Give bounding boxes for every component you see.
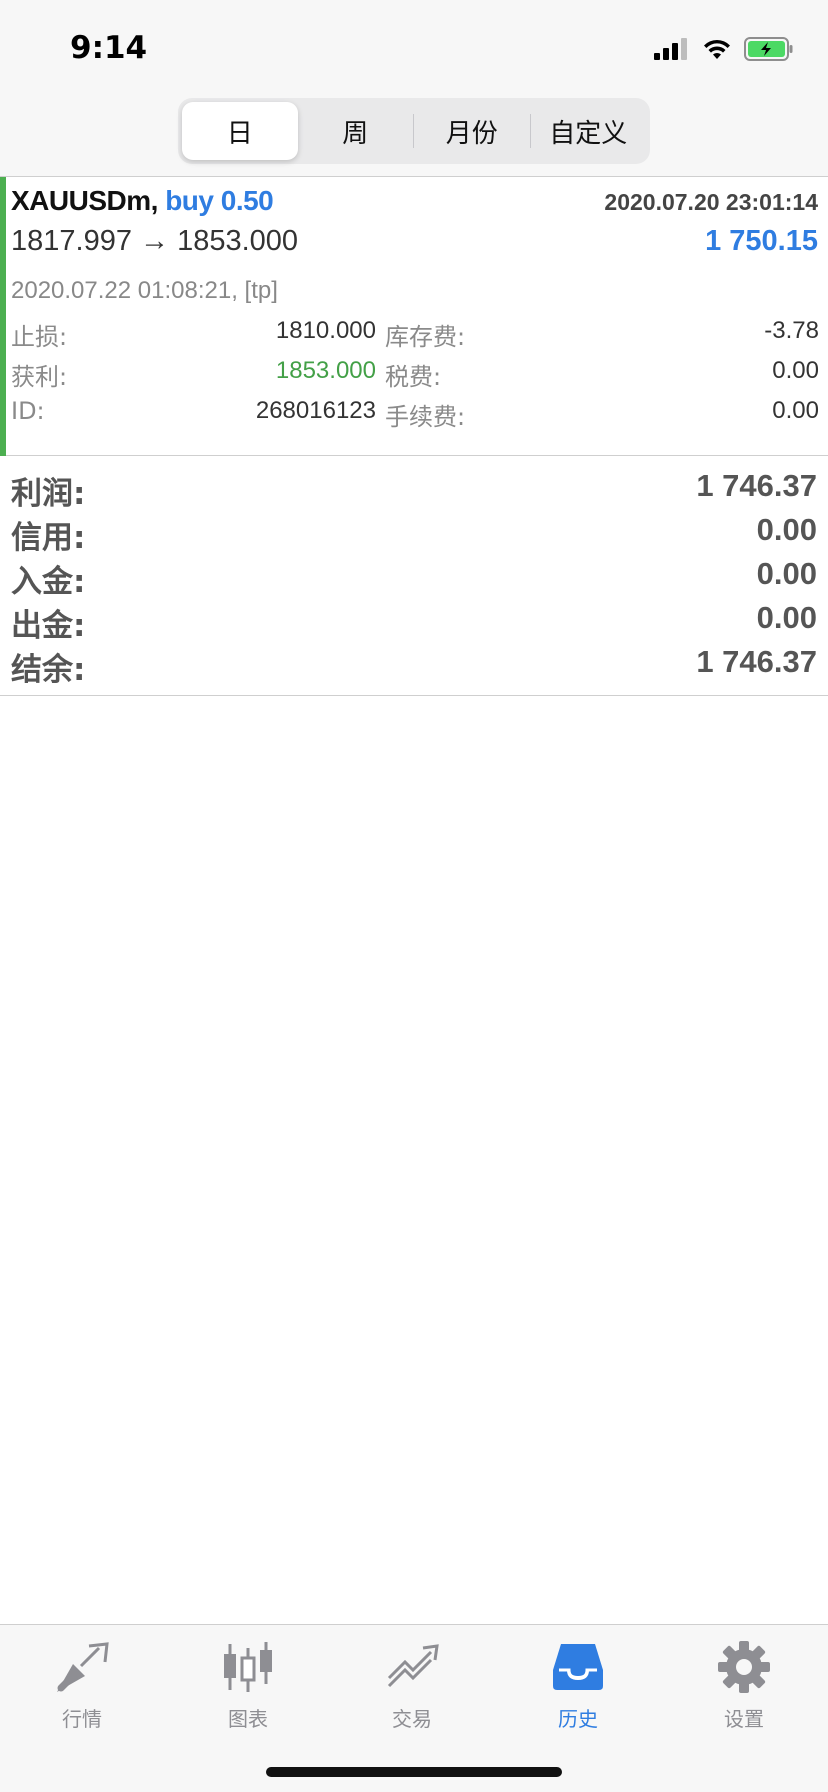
summary-deposit-value: 0.00: [756, 556, 817, 591]
wifi-icon: [702, 38, 732, 64]
summary-deposit-label: 入金:: [11, 564, 86, 600]
taxes-value: 0.00: [772, 357, 819, 384]
summary-balance-value: 1 746.37: [696, 644, 817, 679]
summary-profit-label: 利润:: [11, 476, 86, 512]
tab-quotes-label: 行情: [62, 1707, 102, 1731]
deal-symbol: XAUUSDm,: [11, 185, 158, 216]
stop-loss-label: 止损:: [11, 323, 68, 351]
history-screen: 9:14 日 周 月份 自定义 XAUUSDm, buy 0.50 2020.0…: [0, 0, 828, 1792]
tab-trade[interactable]: 交易: [357, 1637, 467, 1737]
take-profit-label: 获利:: [11, 363, 68, 391]
trade-chart-icon: [382, 1637, 442, 1697]
tab-history-label: 历史: [558, 1707, 598, 1731]
period-tab-week[interactable]: 周: [298, 102, 414, 160]
candlestick-chart-icon: [218, 1637, 278, 1697]
commission-value: 0.00: [772, 397, 819, 424]
id-label: ID:: [11, 397, 45, 425]
tab-settings[interactable]: 设置: [689, 1637, 799, 1737]
deal-symbol-line: XAUUSDm, buy 0.50: [11, 185, 274, 217]
cellular-signal-icon: [654, 38, 690, 64]
deal-card[interactable]: XAUUSDm, buy 0.50 2020.07.20 23:01:14 18…: [0, 176, 828, 456]
period-tab-custom[interactable]: 自定义: [531, 102, 647, 160]
tab-settings-label: 设置: [724, 1707, 764, 1731]
take-profit-value: 1853.000: [275, 357, 376, 384]
gear-icon: [714, 1637, 774, 1697]
detail-row: ID: 268016123 手续费: 0.00: [11, 397, 819, 433]
summary-withdrawal-label: 出金:: [11, 608, 86, 644]
id-value: 268016123: [255, 397, 376, 424]
home-indicator[interactable]: [266, 1767, 562, 1777]
deal-open-time: 2020.07.20 23:01:14: [604, 189, 818, 215]
status-time: 9:14: [70, 30, 148, 66]
stop-loss-value: 1810.000: [275, 317, 376, 344]
summary-row-credit: 信用: 0.00: [11, 512, 817, 556]
summary-profit-value: 1 746.37: [696, 468, 817, 503]
taxes-label: 税费:: [385, 363, 442, 391]
quotes-arrows-icon: [52, 1637, 112, 1697]
deal-profit: 1 750.15: [705, 225, 818, 257]
swap-label: 库存费:: [385, 323, 466, 351]
swap-value: -3.78: [764, 317, 819, 344]
battery-charging-icon: [744, 37, 794, 65]
tab-quotes[interactable]: 行情: [27, 1637, 137, 1737]
detail-row: 止损: 1810.000 库存费: -3.78: [11, 317, 819, 353]
header-area: 9:14 日 周 月份 自定义: [0, 0, 828, 176]
summary-section: 利润: 1 746.37 信用: 0.00 入金: 0.00 出金: 0.00 …: [0, 456, 828, 696]
period-tab-day[interactable]: 日: [182, 102, 298, 160]
summary-row-balance: 结余: 1 746.37: [11, 644, 817, 688]
summary-withdrawal-value: 0.00: [756, 600, 817, 635]
period-segmented-control: 日 周 月份 自定义: [178, 98, 650, 164]
summary-row-deposit: 入金: 0.00: [11, 556, 817, 600]
summary-credit-value: 0.00: [756, 512, 817, 547]
deal-type: buy 0.50: [165, 185, 274, 216]
deal-prices: 1817.997 → 1853.000: [11, 225, 299, 257]
commission-label: 手续费:: [385, 403, 466, 431]
summary-balance-label: 结余:: [11, 652, 86, 688]
summary-row-withdrawal: 出金: 0.00: [11, 600, 817, 644]
period-tab-month[interactable]: 月份: [414, 102, 530, 160]
summary-credit-label: 信用:: [11, 520, 86, 556]
detail-row: 获利: 1853.000 税费: 0.00: [11, 357, 819, 393]
tab-trade-label: 交易: [392, 1707, 432, 1731]
tab-history[interactable]: 历史: [523, 1637, 633, 1737]
summary-row-profit: 利润: 1 746.37: [11, 468, 817, 512]
inbox-history-icon: [548, 1637, 608, 1697]
deal-accent-bar: [0, 177, 6, 456]
tab-charts-label: 图表: [228, 1707, 268, 1731]
status-icons: [654, 36, 794, 66]
tab-charts[interactable]: 图表: [193, 1637, 303, 1737]
deal-close-time: 2020.07.22 01:08:21, [tp]: [11, 277, 278, 304]
